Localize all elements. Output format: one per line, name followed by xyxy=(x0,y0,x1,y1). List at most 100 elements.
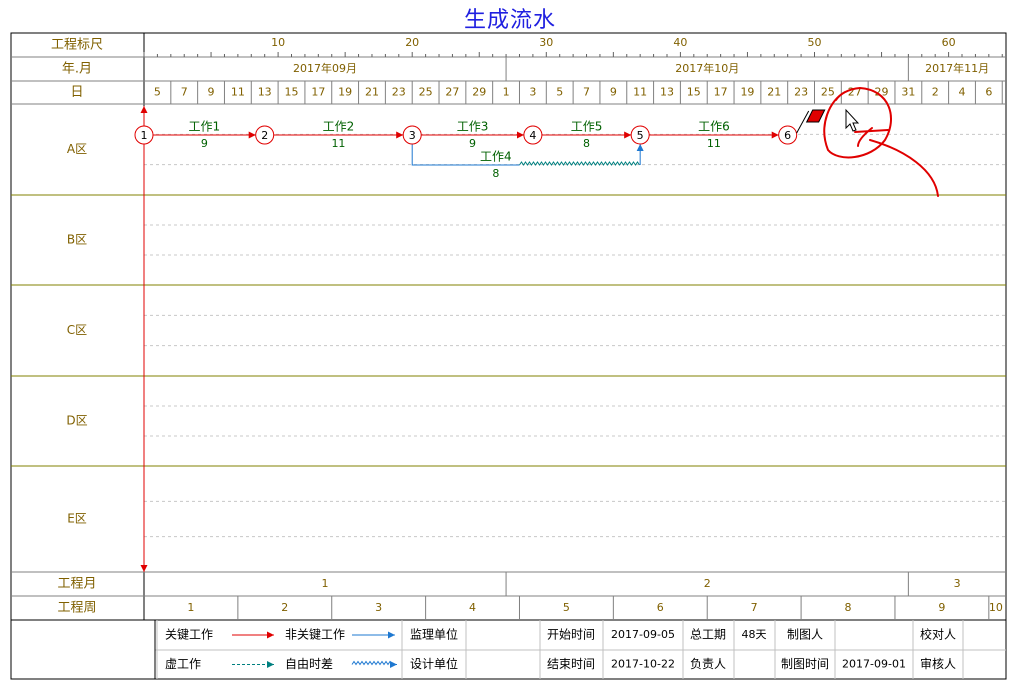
task-name: 工作2 xyxy=(323,120,355,134)
legend-dummy-label: 虚工作 xyxy=(165,657,201,671)
task-name: 工作1 xyxy=(189,120,221,134)
zone-label: A区 xyxy=(67,142,87,156)
node-number: 3 xyxy=(409,129,416,142)
footer-month-cell: 3 xyxy=(954,577,961,590)
frame xyxy=(10,32,1007,680)
day-label: 25 xyxy=(821,86,835,99)
day-label: 29 xyxy=(472,86,486,99)
day-label: 27 xyxy=(445,86,459,99)
day-label: 15 xyxy=(687,86,701,99)
day-label: 11 xyxy=(231,86,245,99)
footer-week-cell: 10 xyxy=(989,601,1003,614)
day-label: 15 xyxy=(285,86,299,99)
day-label: 21 xyxy=(365,86,379,99)
project-week-label: 工程周 xyxy=(57,601,96,616)
footer-week-cell: 6 xyxy=(657,601,664,614)
reviewer-label: 审核人 xyxy=(920,656,956,671)
project-month-label: 工程月 xyxy=(57,577,96,592)
node-number: 1 xyxy=(141,129,148,142)
zone-label: B区 xyxy=(67,233,87,247)
scale-tick-label: 50 xyxy=(808,36,822,49)
scale-header-label: 工程标尺 xyxy=(51,38,103,53)
node-number: 2 xyxy=(261,129,268,142)
task-name: 工作6 xyxy=(698,120,730,134)
task-name: 工作4 xyxy=(480,150,512,164)
zone-label: E区 xyxy=(67,512,87,526)
day-label: 11 xyxy=(633,86,647,99)
scale-tick-label: 60 xyxy=(942,36,956,49)
day-label: 7 xyxy=(181,86,188,99)
footer-month-cell: 1 xyxy=(322,577,329,590)
legend-float-label: 自由时差 xyxy=(285,657,333,671)
day-label: 3 xyxy=(529,86,536,99)
legend-supervisor-label: 监理单位 xyxy=(410,627,458,642)
day-label: 23 xyxy=(794,86,808,99)
day-label: 21 xyxy=(767,86,781,99)
day-label: 13 xyxy=(258,86,272,99)
footer-week-cell: 5 xyxy=(563,601,570,614)
scale-tick-label: 40 xyxy=(673,36,687,49)
legend-float-wave xyxy=(351,660,393,666)
zone-label: C区 xyxy=(67,323,87,337)
footer-week-cell: 3 xyxy=(375,601,382,614)
day-label: 17 xyxy=(311,86,325,99)
month-label: 2017年11月 xyxy=(925,61,989,75)
task-duration: 8 xyxy=(492,167,499,180)
day-label: 7 xyxy=(583,86,590,99)
scale-tick-label: 10 xyxy=(271,36,285,49)
footer-week-cell: 8 xyxy=(845,601,852,614)
day-header-label: 日 xyxy=(70,85,83,100)
day-label: 9 xyxy=(610,86,617,99)
total-duration-value: 48天 xyxy=(742,628,767,641)
day-label: 31 xyxy=(901,86,915,99)
node-number: 4 xyxy=(529,129,536,142)
flag-icon xyxy=(805,109,826,123)
day-label: 19 xyxy=(338,86,352,99)
day-label: 17 xyxy=(714,86,728,99)
day-label: 5 xyxy=(154,86,161,99)
end-time-value: 2017-10-22 xyxy=(611,658,675,671)
task-duration: 9 xyxy=(469,137,476,150)
footer-week-cell: 1 xyxy=(187,601,194,614)
drafter-label: 制图人 xyxy=(787,628,823,642)
grid-layer xyxy=(10,32,1007,680)
legend-critical-label: 关键工作 xyxy=(165,628,213,642)
owner-label: 负责人 xyxy=(690,657,726,671)
month-label: 2017年09月 xyxy=(293,61,357,75)
total-duration-label: 总工期 xyxy=(690,628,726,642)
mouse-cursor-icon xyxy=(845,108,860,132)
day-label: 1 xyxy=(503,86,510,99)
scale-tick-label: 20 xyxy=(405,36,419,49)
draft-time-value: 2017-09-01 xyxy=(842,658,906,671)
free-float-wave xyxy=(519,161,640,166)
legend-designer-label: 设计单位 xyxy=(410,656,458,671)
footer-week-cell: 9 xyxy=(938,601,945,614)
checker-label: 校对人 xyxy=(920,627,956,642)
task-duration: 11 xyxy=(331,137,345,150)
day-label: 4 xyxy=(959,86,966,99)
day-label: 6 xyxy=(985,86,992,99)
task-duration: 11 xyxy=(707,137,721,150)
start-time-label: 开始时间 xyxy=(547,628,595,642)
draft-time-label: 制图时间 xyxy=(781,657,829,671)
task-duration: 9 xyxy=(201,137,208,150)
start-time-value: 2017-09-05 xyxy=(611,628,675,641)
node-number: 5 xyxy=(637,129,644,142)
footer-week-cell: 7 xyxy=(751,601,758,614)
scale-tick-label: 30 xyxy=(539,36,553,49)
legend-noncritical-label: 非关键工作 xyxy=(285,628,345,642)
day-label: 25 xyxy=(419,86,433,99)
footer-week-cell: 2 xyxy=(281,601,288,614)
network-layer: 工作1 9 工作2 11 工作3 9 工作5 8 工作6 11 工作4 8 1 2 3 4 5 6 xyxy=(134,106,826,572)
zone-label: D区 xyxy=(66,414,87,428)
task-name: 工作3 xyxy=(457,120,489,134)
task-name: 工作5 xyxy=(571,120,603,134)
node-number: 6 xyxy=(784,129,791,142)
network-diagram: 工程标尺年.月日 10 20 30 40 50 60 2017年09月 2017年10月 2017… xyxy=(10,32,1007,680)
month-label: 2017年10月 xyxy=(675,61,739,75)
day-label: 23 xyxy=(392,86,406,99)
day-label: 2 xyxy=(932,86,939,99)
year-month-header-label: 年.月 xyxy=(62,62,92,77)
day-label: 13 xyxy=(660,86,674,99)
day-label: 9 xyxy=(208,86,215,99)
